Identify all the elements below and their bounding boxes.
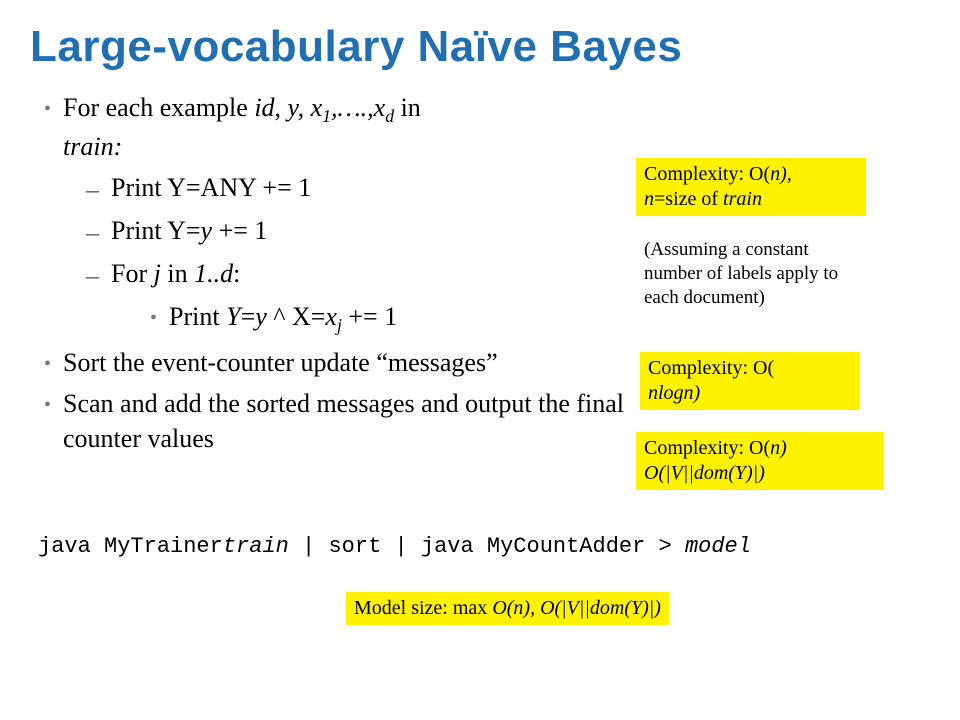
complexity-note-1: Complexity: O(n), n=size of train [636, 158, 866, 216]
bullet-marker-icon: • [150, 305, 157, 332]
bullet-marker-icon: • [44, 96, 51, 123]
bullet-7-text: Scan and add the sorted messages and out… [63, 386, 633, 456]
bullet-1-text: For each example id, y, x1,….,xd in trai… [63, 90, 421, 164]
assumption-note: (Assuming a constant number of labels ap… [636, 234, 866, 313]
complexity-note-2: Complexity: O(nlogn) [640, 352, 860, 410]
bullet-5-text: Print Y=y ^ X=xj += 1 [169, 299, 397, 338]
bullet-marker-icon: • [44, 392, 51, 419]
bullet-marker-icon: – [86, 258, 99, 293]
bullet-marker-icon: • [44, 351, 51, 378]
model-size-note: Model size: max O(n), O(|V||dom(Y)|) [346, 592, 669, 625]
bullet-1: • For each example id, y, x1,….,xd in tr… [30, 90, 930, 164]
command-line: java MyTrainertrain | sort | java MyCoun… [38, 534, 751, 559]
bullet-6-text: Sort the event-counter update “messages” [63, 345, 498, 380]
complexity-note-3: Complexity: O(n) O(|V||dom(Y)|) [636, 432, 884, 490]
bullet-marker-icon: – [86, 215, 99, 250]
bullet-3-text: Print Y=y += 1 [111, 213, 267, 248]
bullet-marker-icon: – [86, 172, 99, 207]
slide-title: Large-vocabulary Naïve Bayes [0, 0, 960, 72]
bullet-2-text: Print Y=ANY += 1 [111, 170, 311, 205]
bullet-4-text: For j in 1..d: [111, 256, 240, 291]
